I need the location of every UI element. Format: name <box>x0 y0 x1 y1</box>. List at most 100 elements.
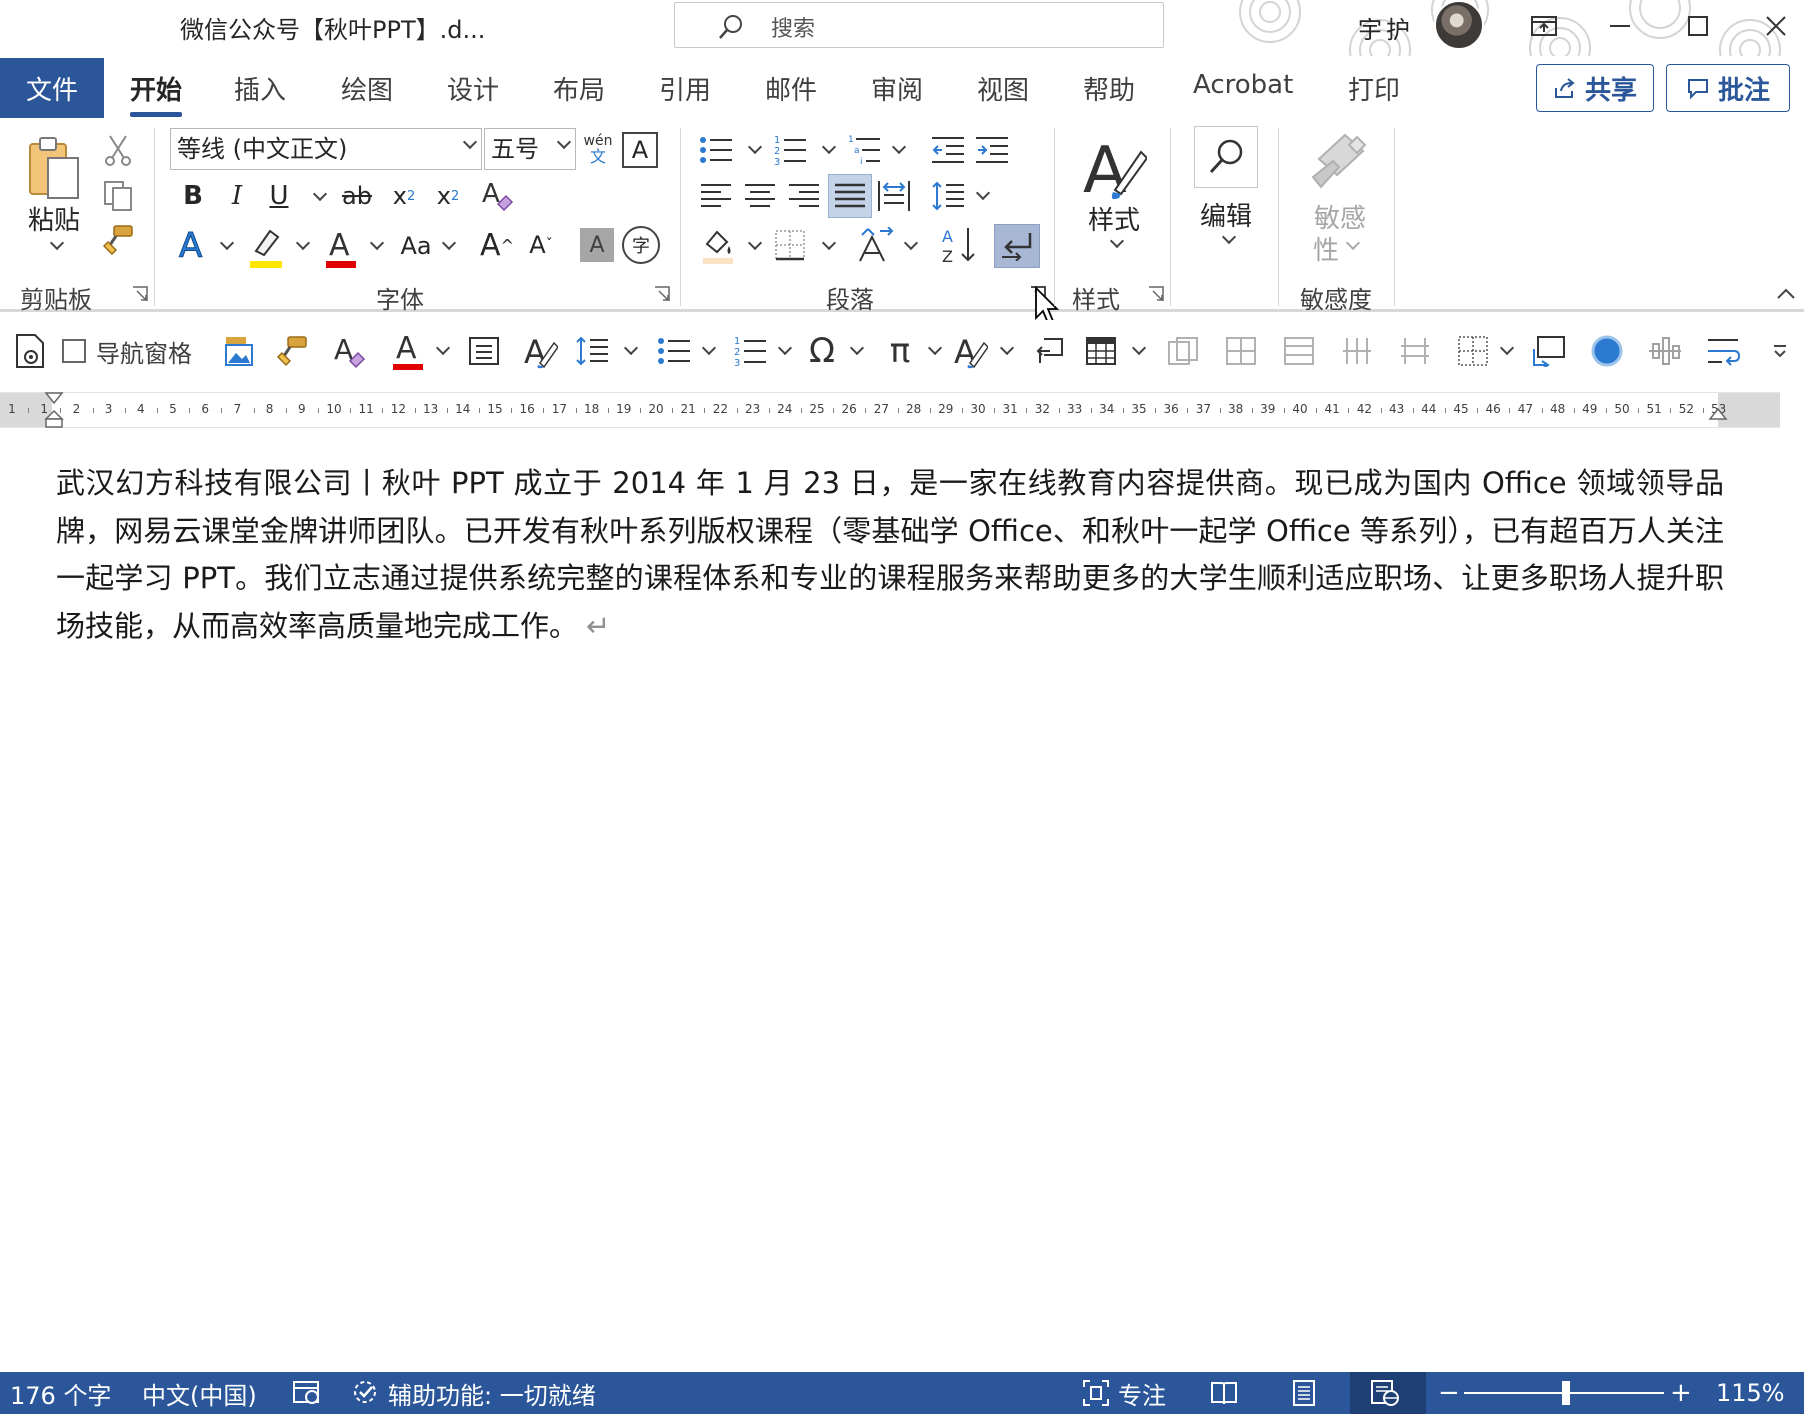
language-indicator[interactable]: 中文(中国) <box>142 1372 257 1414</box>
numbering-button[interactable]: 123 <box>772 132 808 168</box>
tab-draw[interactable]: 绘图 <box>341 70 393 107</box>
document-page[interactable]: 武汉幻方科技有限公司丨秋叶 PPT 成立于 2014 年 1 月 23 日，是一… <box>0 430 1804 1372</box>
indent-marker[interactable] <box>44 391 64 429</box>
qat-styles-alt-dropdown[interactable] <box>994 330 1015 372</box>
sort-button[interactable]: A Z <box>940 224 980 266</box>
checkbox[interactable] <box>62 339 86 363</box>
editing-button[interactable] <box>1194 126 1258 188</box>
editing-dropdown[interactable] <box>1216 228 1237 252</box>
text-wrap-button[interactable] <box>1704 330 1742 372</box>
insert-picture-button[interactable] <box>220 330 256 372</box>
navigation-pane-toggle[interactable]: 导航窗格 <box>62 330 212 372</box>
shading-dropdown[interactable] <box>742 234 763 258</box>
insert-table-dropdown[interactable] <box>1126 330 1147 372</box>
close-button[interactable] <box>1748 4 1804 48</box>
center-button[interactable] <box>742 178 778 214</box>
borders-dropdown[interactable] <box>816 234 837 258</box>
body-paragraph[interactable]: 武汉幻方科技有限公司丨秋叶 PPT 成立于 2014 年 1 月 23 日，是一… <box>56 460 1724 650</box>
text-effects-button[interactable]: A <box>174 224 214 266</box>
justify-button[interactable] <box>828 174 872 218</box>
styles-button[interactable]: A <box>1078 128 1150 208</box>
qat-styles-alt-button[interactable]: A <box>952 330 990 372</box>
maximize-button[interactable] <box>1670 4 1726 48</box>
symbol-dropdown[interactable] <box>844 330 865 372</box>
qat-numbering-button[interactable]: 123 <box>732 330 768 372</box>
tab-view[interactable]: 视图 <box>977 70 1029 107</box>
web-layout-view-button[interactable] <box>1370 1372 1400 1414</box>
chart-button[interactable] <box>1646 330 1684 372</box>
table-tool-1[interactable] <box>1164 330 1202 372</box>
decrease-indent-button[interactable] <box>930 132 966 168</box>
increase-indent-button[interactable] <box>974 132 1010 168</box>
font-size-combo[interactable]: 五号 <box>484 128 576 170</box>
align-left-button[interactable] <box>698 178 734 214</box>
word-count[interactable]: 176 个字 <box>10 1372 111 1414</box>
clear-formatting-button[interactable]: A <box>478 176 516 216</box>
bullets-dropdown[interactable] <box>742 138 763 162</box>
search-box[interactable]: 搜索 <box>674 2 1164 48</box>
zoom-in-button[interactable]: + <box>1670 1372 1692 1414</box>
font-color-dropdown[interactable] <box>364 234 385 258</box>
equation-button[interactable]: π <box>880 330 920 372</box>
superscript-button[interactable]: x2 <box>430 178 466 214</box>
underline-button[interactable]: U <box>264 178 294 214</box>
copy-button[interactable] <box>100 178 136 214</box>
multilevel-list-dropdown[interactable] <box>886 138 907 162</box>
multilevel-list-button[interactable]: 1ai <box>846 132 882 168</box>
accessibility-checker[interactable]: 辅助功能: 一切就绪 <box>352 1372 596 1414</box>
distributed-button[interactable] <box>876 178 912 214</box>
screen-capture-button[interactable] <box>1530 330 1568 372</box>
symbol-button[interactable]: Ω <box>802 330 842 372</box>
share-button[interactable]: 共享 <box>1536 64 1654 112</box>
underline-dropdown[interactable] <box>304 182 330 212</box>
shrink-font-button[interactable]: Aˇ <box>524 224 558 266</box>
tab-layout[interactable]: 布局 <box>553 70 605 107</box>
sensitivity-button[interactable] <box>1306 128 1374 200</box>
qat-styles-button[interactable]: A <box>522 330 560 372</box>
grow-font-button[interactable]: A ^ <box>480 224 514 266</box>
zoom-out-button[interactable]: − <box>1438 1372 1460 1414</box>
paste-dropdown[interactable] <box>44 235 65 256</box>
font-dialog-launcher[interactable] <box>654 286 670 302</box>
character-border-button[interactable]: A <box>622 132 658 168</box>
right-indent-marker[interactable] <box>1708 407 1728 427</box>
borders-button[interactable] <box>772 226 808 264</box>
table-tool-5[interactable] <box>1396 330 1434 372</box>
qat-format-painter-button[interactable] <box>274 330 310 372</box>
tab-print[interactable]: 打印 <box>1348 70 1400 107</box>
enclose-characters-button[interactable]: 字 <box>622 226 660 264</box>
qat-line-spacing-dropdown[interactable] <box>618 330 639 372</box>
avatar[interactable] <box>1434 0 1484 50</box>
qat-font-color-button[interactable]: A <box>390 330 426 372</box>
table-tool-4[interactable] <box>1338 330 1376 372</box>
bold-button[interactable]: B <box>178 178 208 214</box>
focus-mode-button[interactable]: 专注 <box>1082 1372 1166 1414</box>
styles-dialog-launcher[interactable] <box>1148 286 1164 302</box>
print-layout-view-button[interactable] <box>1292 1372 1316 1414</box>
tab-home[interactable]: 开始 <box>130 70 183 117</box>
equation-dropdown[interactable] <box>922 330 943 372</box>
collapse-ribbon-button[interactable] <box>1772 282 1800 306</box>
align-right-button[interactable] <box>786 178 822 214</box>
format-painter-button[interactable] <box>100 222 136 258</box>
show-marks-button[interactable] <box>994 224 1040 268</box>
zoom-level[interactable]: 115% <box>1716 1372 1785 1414</box>
highlight-dropdown[interactable] <box>290 234 311 258</box>
tab-mailings[interactable]: 邮件 <box>765 70 817 107</box>
customize-qat-button[interactable] <box>1768 330 1792 372</box>
shape-button[interactable] <box>1588 330 1626 372</box>
line-spacing-button[interactable] <box>930 178 966 214</box>
qat-font-color-dropdown[interactable] <box>430 330 451 372</box>
character-shading-button[interactable]: A <box>580 228 614 262</box>
macro-recording-button[interactable] <box>292 1372 322 1414</box>
italic-button[interactable]: I <box>222 178 252 214</box>
line-break-button[interactable] <box>1032 330 1068 372</box>
print-layout-button[interactable] <box>12 330 48 372</box>
sensitivity-dropdown[interactable] <box>1340 234 1361 258</box>
cut-button[interactable] <box>100 132 136 168</box>
tab-insert[interactable]: 插入 <box>234 70 286 107</box>
table-borders-dropdown[interactable] <box>1494 330 1515 372</box>
zoom-slider[interactable] <box>1464 1372 1664 1414</box>
text-effects-dropdown[interactable] <box>214 234 235 258</box>
phonetic-guide-button[interactable]: wén 文 <box>582 130 614 170</box>
